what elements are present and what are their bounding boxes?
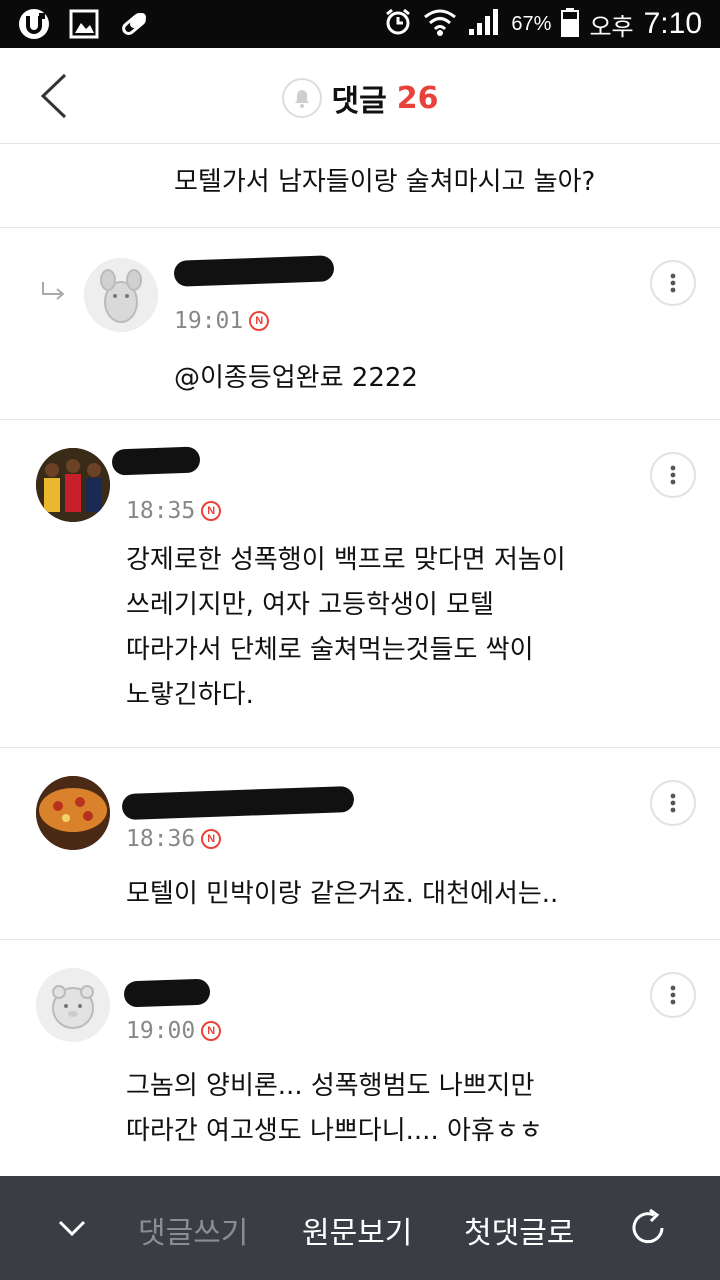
avatar[interactable]: [36, 448, 110, 522]
wifi-icon: [423, 7, 457, 42]
more-vertical-icon: [670, 465, 676, 485]
avatar[interactable]: [84, 258, 158, 332]
bottom-toolbar: 댓글쓰기 원문보기 첫댓글로: [0, 1176, 720, 1280]
view-original-button[interactable]: 원문보기: [302, 1208, 412, 1252]
comment-item: 18:36 N 모텔이 민박이랑 같은거죠. 대천에서는..: [0, 748, 720, 940]
status-left-icons: [16, 6, 152, 42]
redacted-username: [121, 785, 355, 821]
comment-time-text: 18:36: [126, 826, 196, 852]
gallery-icon: [66, 6, 102, 42]
status-ampm: 오후: [589, 13, 634, 41]
comment-time-text: 19:01: [174, 308, 244, 334]
new-badge: N: [201, 829, 222, 849]
collapse-button[interactable]: [50, 1206, 94, 1250]
more-options-button[interactable]: [650, 452, 696, 498]
redacted-username: [111, 446, 201, 476]
more-vertical-icon: [670, 985, 676, 1005]
more-options-button[interactable]: [650, 260, 696, 306]
status-bar: 67% 오후 7:10: [0, 0, 720, 48]
new-badge: N: [201, 1021, 222, 1041]
battery-icon: [561, 7, 580, 42]
more-vertical-icon: [670, 793, 676, 813]
comment-time: 18:36 N: [126, 826, 222, 852]
comment-time: 18:35 N: [126, 498, 222, 524]
page-title: 댓글: [331, 84, 387, 119]
comment-item: 모텔가서 남자들이랑 술쳐마시고 놀아?: [0, 144, 720, 228]
pill-icon: [116, 6, 152, 42]
uplus-icon: [16, 6, 52, 42]
avatar[interactable]: [36, 968, 110, 1042]
refresh-button[interactable]: [622, 1202, 674, 1254]
more-options-button[interactable]: [650, 780, 696, 826]
comment-time: 19:00 N: [126, 1018, 222, 1044]
comment-time: 19:01 N: [174, 308, 270, 334]
write-comment-button[interactable]: 댓글쓰기: [138, 1208, 248, 1252]
new-badge: N: [249, 311, 270, 331]
comment-text: 강제로한 성폭행이 백프로 맞다면 저놈이 쓰레기지만, 여자 고등학생이 모텔…: [126, 545, 566, 710]
avatar[interactable]: [36, 776, 110, 850]
comment-text: 그놈의 양비론... 성폭행범도 나쁘지만 따라간 여고생도 나쁘다니.... …: [126, 1071, 543, 1146]
first-comment-button[interactable]: 첫댓글로: [464, 1208, 574, 1252]
comment-list[interactable]: 모텔가서 남자들이랑 술쳐마시고 놀아? 19:01 N @이종등업완료 222…: [0, 144, 720, 1176]
status-time: 7:10: [643, 7, 702, 40]
comment-time-text: 19:00: [126, 1018, 196, 1044]
comment-item: 18:35 N 강제로한 성폭행이 백프로 맞다면 저놈이 쓰레기지만, 여자 …: [0, 420, 720, 748]
status-right: 67% 오후 7:10: [383, 6, 702, 42]
comment-item-reply: 19:01 N @이종등업완료 2222: [0, 228, 720, 420]
battery-percent: 67%: [511, 12, 552, 35]
comment-text: 모텔이 민박이랑 같은거죠. 대천에서는..: [126, 879, 559, 909]
comment-time-text: 18:35: [126, 498, 196, 524]
signal-icon: [467, 7, 501, 42]
comment-text: @이종등업완료 2222: [174, 363, 418, 393]
new-badge: N: [201, 501, 222, 521]
alarm-icon: [383, 7, 413, 42]
redacted-username: [173, 255, 335, 287]
bell-icon[interactable]: [281, 78, 322, 118]
more-options-button[interactable]: [650, 972, 696, 1018]
header-title-group: 댓글 26: [0, 76, 720, 120]
comment-count: 26: [396, 80, 439, 116]
refresh-icon: [632, 1208, 664, 1244]
chevron-down-icon: [58, 1220, 86, 1236]
comment-item: 19:00 N 그놈의 양비론... 성폭행범도 나쁘지만 따라간 여고생도 나…: [0, 940, 720, 1176]
reply-arrow-icon: [40, 280, 66, 306]
more-vertical-icon: [670, 273, 676, 293]
redacted-username: [123, 978, 211, 1008]
comment-text: 모텔가서 남자들이랑 술쳐마시고 놀아?: [174, 167, 596, 197]
app-header: 댓글 26: [0, 48, 720, 144]
